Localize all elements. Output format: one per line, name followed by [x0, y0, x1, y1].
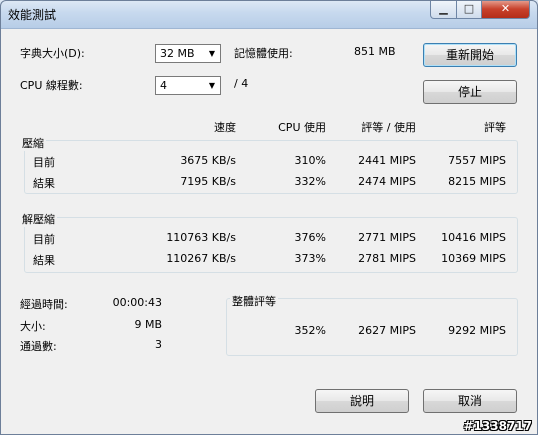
overall-rating-title: 整體評等 — [230, 293, 278, 309]
size-label: 大小: — [20, 320, 46, 333]
close-button[interactable]: ✕ — [481, 0, 530, 19]
rating-value: 8215 MIPS — [448, 175, 506, 188]
minimize-icon: ▁ — [439, 2, 448, 15]
elapsed-time-value: 00:00:43 — [112, 296, 162, 309]
stop-button[interactable]: 停止 — [423, 80, 517, 104]
memory-usage-label: 記憶體使用: — [234, 47, 293, 60]
elapsed-time-label: 經過時間: — [20, 298, 68, 311]
chevron-down-icon: ▼ — [208, 49, 216, 58]
close-icon: ✕ — [500, 2, 511, 15]
dictionary-size-value: 32 MB — [160, 47, 195, 60]
rating-value: 10369 MIPS — [441, 252, 506, 265]
rating-usage-value: 2771 MIPS — [358, 231, 416, 244]
header-rating: 評等 — [484, 121, 506, 134]
overall-cpu-usage: 352% — [294, 324, 326, 337]
header-cpu-usage: CPU 使用 — [278, 121, 326, 134]
decompress-title: 解壓縮 — [20, 211, 57, 227]
speed-value: 110267 KB/s — [166, 252, 236, 265]
size-value: 9 MB — [134, 318, 162, 331]
passes-label: 通過數: — [20, 340, 57, 353]
passes-value: 3 — [155, 338, 162, 351]
restart-button[interactable]: 重新開始 — [423, 43, 517, 67]
row-label: 結果 — [33, 177, 55, 190]
speed-value: 7195 KB/s — [180, 175, 236, 188]
window-title: 效能測試 — [8, 8, 57, 22]
minimize-button[interactable]: ▁ — [430, 0, 457, 19]
cancel-button[interactable]: 取消 — [423, 389, 517, 413]
chevron-down-icon: ▼ — [208, 81, 216, 90]
maximize-icon: □ — [463, 2, 475, 15]
cpu-usage-value: 373% — [294, 252, 326, 265]
help-button[interactable]: 說明 — [315, 389, 409, 413]
header-speed: 速度 — [214, 121, 236, 134]
row-label: 結果 — [33, 254, 55, 267]
overall-rating-usage: 2627 MIPS — [358, 324, 416, 337]
cpu-usage-value: 332% — [294, 175, 326, 188]
title-bar[interactable]: 效能測試 ▁ □ ✕ — [0, 0, 538, 29]
cpu-usage-value: 310% — [294, 154, 326, 167]
speed-value: 110763 KB/s — [166, 231, 236, 244]
overall-rating-value: 9292 MIPS — [448, 324, 506, 337]
cpu-usage-value: 376% — [294, 231, 326, 244]
compress-title: 壓縮 — [20, 135, 46, 151]
speed-value: 3675 KB/s — [180, 154, 236, 167]
rating-value: 7557 MIPS — [448, 154, 506, 167]
cpu-threads-label: CPU 線程數: — [20, 79, 83, 92]
cpu-threads-total: / 4 — [234, 77, 249, 90]
row-label: 目前 — [33, 156, 55, 169]
rating-usage-value: 2474 MIPS — [358, 175, 416, 188]
maximize-button[interactable]: □ — [456, 0, 482, 19]
watermark: #1338717 — [463, 419, 532, 433]
cpu-threads-value: 4 — [160, 79, 167, 92]
dictionary-size-label: 字典大小(D): — [20, 47, 85, 60]
rating-value: 10416 MIPS — [441, 231, 506, 244]
rating-usage-value: 2441 MIPS — [358, 154, 416, 167]
dictionary-size-select[interactable]: 32 MB ▼ — [155, 44, 221, 63]
cpu-threads-select[interactable]: 4 ▼ — [155, 76, 221, 95]
row-label: 目前 — [33, 233, 55, 246]
memory-usage-value: 851 MB — [354, 45, 396, 58]
header-rating-usage: 評等 / 使用 — [361, 121, 416, 134]
rating-usage-value: 2781 MIPS — [358, 252, 416, 265]
